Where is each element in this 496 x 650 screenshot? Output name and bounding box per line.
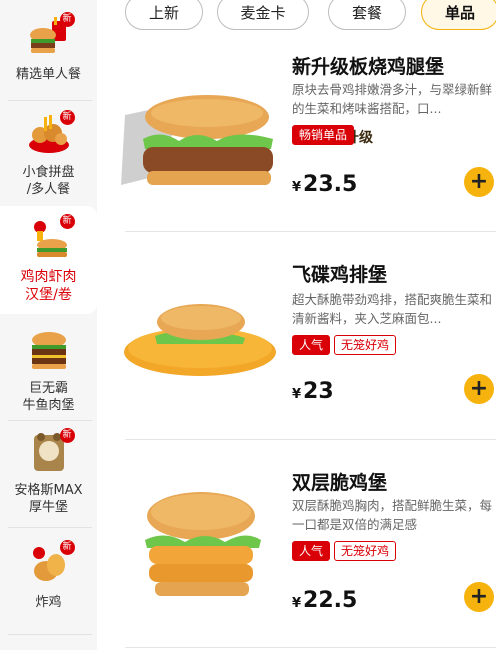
menu-tabs: 上新 麦金卡 套餐 单品: [97, 0, 496, 34]
sidebar-item-label: 小食拼盘 /多人餐: [22, 165, 75, 197]
sidebar-item-snack-platter[interactable]: 新 小食拼盘 /多人餐: [0, 108, 97, 204]
product-description: 原块去骨鸡排嫩滑多汁，与翠绿新鲜的生菜和烤味酱搭配，口...: [292, 82, 493, 116]
currency-symbol: ¥: [292, 387, 302, 402]
price-amount: 23: [303, 379, 334, 404]
product-name: 双层脆鸡堡: [292, 472, 388, 494]
new-badge: 新: [59, 110, 75, 125]
tab-new[interactable]: 上新: [125, 0, 203, 30]
plus-icon: +: [469, 169, 489, 194]
tag-cage-free: 无笼好鸡: [334, 335, 397, 355]
fried-chicken-icon: 新: [23, 538, 75, 590]
tag-popular: 人气: [292, 541, 331, 561]
product-image: [121, 302, 279, 414]
tab-mcgold-card[interactable]: 麦金卡: [217, 0, 309, 30]
snack-platter-icon: 新: [23, 108, 75, 160]
sidebar-item-label: 巨无霸 牛鱼肉堡: [22, 381, 75, 413]
product-price: ¥23.5: [292, 172, 357, 197]
product-price: ¥22.5: [292, 588, 357, 613]
sidebar-item-label: 炸鸡: [35, 595, 62, 610]
plus-icon: +: [469, 584, 489, 609]
sidebar-item-chicken-burger[interactable]: 新 鸡肉虾肉 汉堡/卷: [0, 206, 97, 314]
new-badge: 新: [59, 540, 75, 555]
sidebar-item-label: 安格斯MAX 厚牛堡: [14, 483, 83, 515]
currency-symbol: ¥: [292, 180, 302, 195]
sidebar-item-fried-chicken[interactable]: 新 炸鸡: [0, 538, 97, 620]
product-price: ¥23: [292, 379, 334, 404]
sidebar-item-angus-max[interactable]: 新 安格斯MAX 厚牛堡: [0, 426, 97, 522]
burger-meal-icon: 新: [23, 10, 75, 62]
sidebar-item-single-meal[interactable]: 新 精选单人餐: [0, 10, 97, 90]
product-image: [121, 492, 279, 602]
add-to-cart-button[interactable]: +: [464, 374, 494, 404]
product-description: 超大酥脆带劲鸡排，搭配爽脆生菜和清新酱料，夹入芝麻面包...: [292, 292, 493, 326]
divider: [8, 634, 92, 635]
new-badge: 新: [59, 428, 75, 443]
angus-burger-icon: 新: [23, 426, 75, 478]
tab-single-item[interactable]: 单品: [421, 0, 496, 30]
tag-bestseller: 畅销单品: [292, 125, 355, 145]
price-amount: 22.5: [303, 588, 358, 613]
add-to-cart-button[interactable]: +: [464, 167, 494, 197]
chicken-burger-icon: 新: [23, 212, 75, 264]
sidebar-item-label: 鸡肉虾肉 汉堡/卷: [20, 269, 77, 303]
new-badge: 新: [59, 214, 75, 229]
price-amount: 23.5: [303, 172, 358, 197]
currency-symbol: ¥: [292, 596, 302, 611]
tag-cage-free: 无笼好鸡: [334, 541, 397, 561]
product-tags: 畅销单品: [292, 125, 355, 145]
category-sidebar: 新 精选单人餐 新 小食拼盘 /多人餐 新 鸡肉虾肉 汉堡/卷 巨无霸 牛鱼肉堡…: [0, 0, 97, 650]
tag-popular: 人气: [292, 335, 331, 355]
tab-combo[interactable]: 套餐: [328, 0, 406, 30]
product-name: 飞碟鸡排堡: [292, 264, 388, 286]
divider: [8, 100, 92, 101]
product-name: 新升级板烧鸡腿堡: [292, 56, 445, 78]
product-tags: 人气 无笼好鸡: [292, 541, 397, 561]
sidebar-item-label: 精选单人餐: [15, 67, 81, 82]
product-card[interactable]: 双层脆鸡堡 双层酥脆鸡胸肉，搭配鲜脆生菜，每一口都是双倍的满足感 人气 无笼好鸡…: [97, 440, 496, 646]
big-mac-icon: [23, 326, 75, 376]
product-tags: 人气 无笼好鸡: [292, 335, 397, 355]
product-description: 双层酥脆鸡胸肉，搭配鲜脆生菜，每一口都是双倍的满足感: [292, 498, 493, 532]
add-to-cart-button[interactable]: +: [464, 582, 494, 612]
plus-icon: +: [469, 376, 489, 401]
new-badge: 新: [59, 12, 75, 27]
product-image: [121, 95, 279, 207]
product-card[interactable]: 新升级 新升级板烧鸡腿堡 原块去骨鸡排嫩滑多汁，与翠绿新鲜的生菜和烤味酱搭配，口…: [97, 40, 496, 230]
divider: [125, 647, 496, 648]
product-card[interactable]: 飞碟鸡排堡 超大酥脆带劲鸡排，搭配爽脆生菜和清新酱料，夹入芝麻面包... 人气 …: [97, 232, 496, 438]
divider: [8, 527, 92, 528]
divider: [8, 420, 92, 421]
sidebar-item-big-mac[interactable]: 巨无霸 牛鱼肉堡: [0, 326, 97, 414]
